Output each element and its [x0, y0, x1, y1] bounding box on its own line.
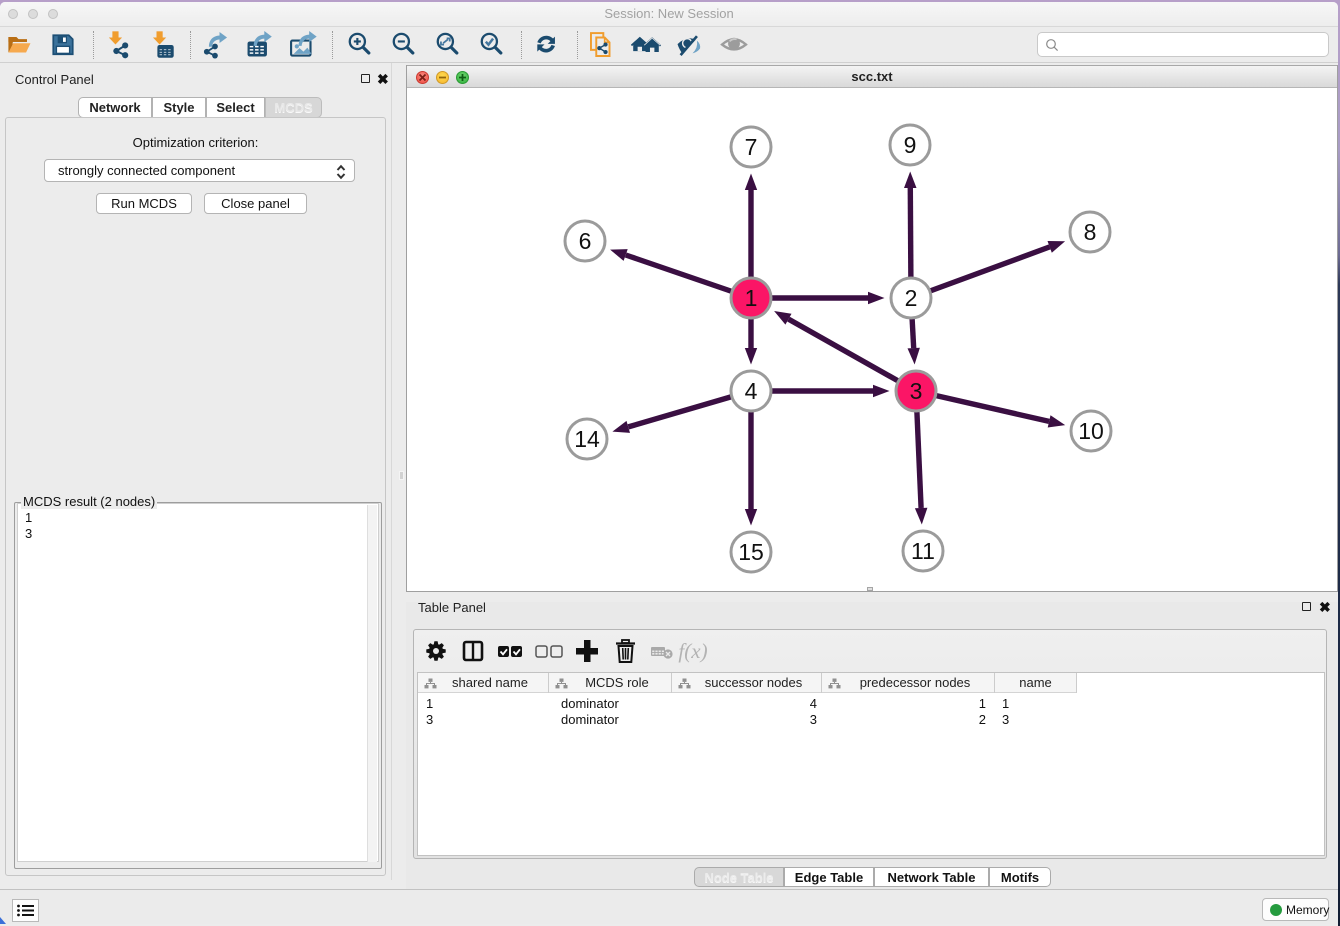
svg-text:1: 1 — [745, 285, 758, 311]
svg-text:3: 3 — [910, 378, 923, 404]
svg-text:6: 6 — [579, 228, 592, 254]
svg-text:10: 10 — [1078, 418, 1104, 444]
svg-text:15: 15 — [738, 539, 764, 565]
svg-text:f(x): f(x) — [678, 639, 707, 663]
svg-text:7: 7 — [745, 134, 758, 160]
svg-text:14: 14 — [574, 426, 600, 452]
svg-text:4: 4 — [745, 378, 758, 404]
svg-text:2: 2 — [905, 285, 918, 311]
svg-text:9: 9 — [904, 132, 917, 158]
svg-text:11: 11 — [911, 538, 935, 564]
svg-text:8: 8 — [1084, 219, 1097, 245]
